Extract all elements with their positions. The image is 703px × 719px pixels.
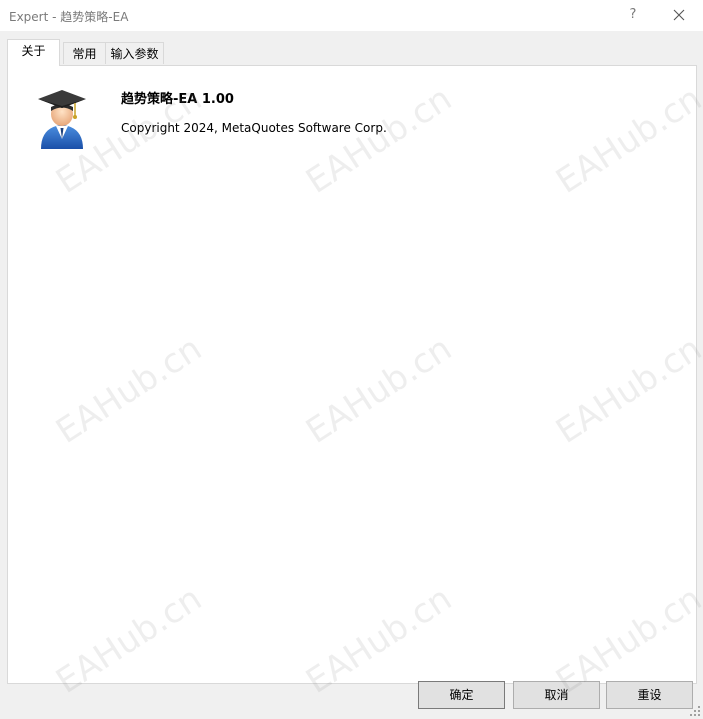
tab-general[interactable]: 常用	[63, 42, 106, 64]
ok-button[interactable]: 确定	[418, 681, 505, 709]
tab-about[interactable]: 关于	[7, 39, 60, 66]
tab-inputs[interactable]: 输入参数	[105, 42, 164, 64]
resize-grip-icon[interactable]	[690, 706, 701, 717]
graduate-avatar-icon	[37, 87, 87, 154]
ea-name: 趋势策略-EA 1.00	[121, 92, 234, 107]
window-title: Expert - 趋势策略-EA	[9, 10, 129, 24]
cancel-button[interactable]: 取消	[513, 681, 600, 709]
about-panel: 趋势策略-EA 1.00 Copyright 2024, MetaQuotes …	[7, 65, 697, 684]
help-button[interactable]: ?	[621, 4, 645, 26]
close-button[interactable]	[664, 2, 694, 28]
title-bar: Expert - 趋势策略-EA ?	[0, 0, 703, 31]
close-icon	[673, 9, 685, 21]
copyright-text: Copyright 2024, MetaQuotes Software Corp…	[121, 121, 387, 135]
reset-button[interactable]: 重设	[606, 681, 693, 709]
